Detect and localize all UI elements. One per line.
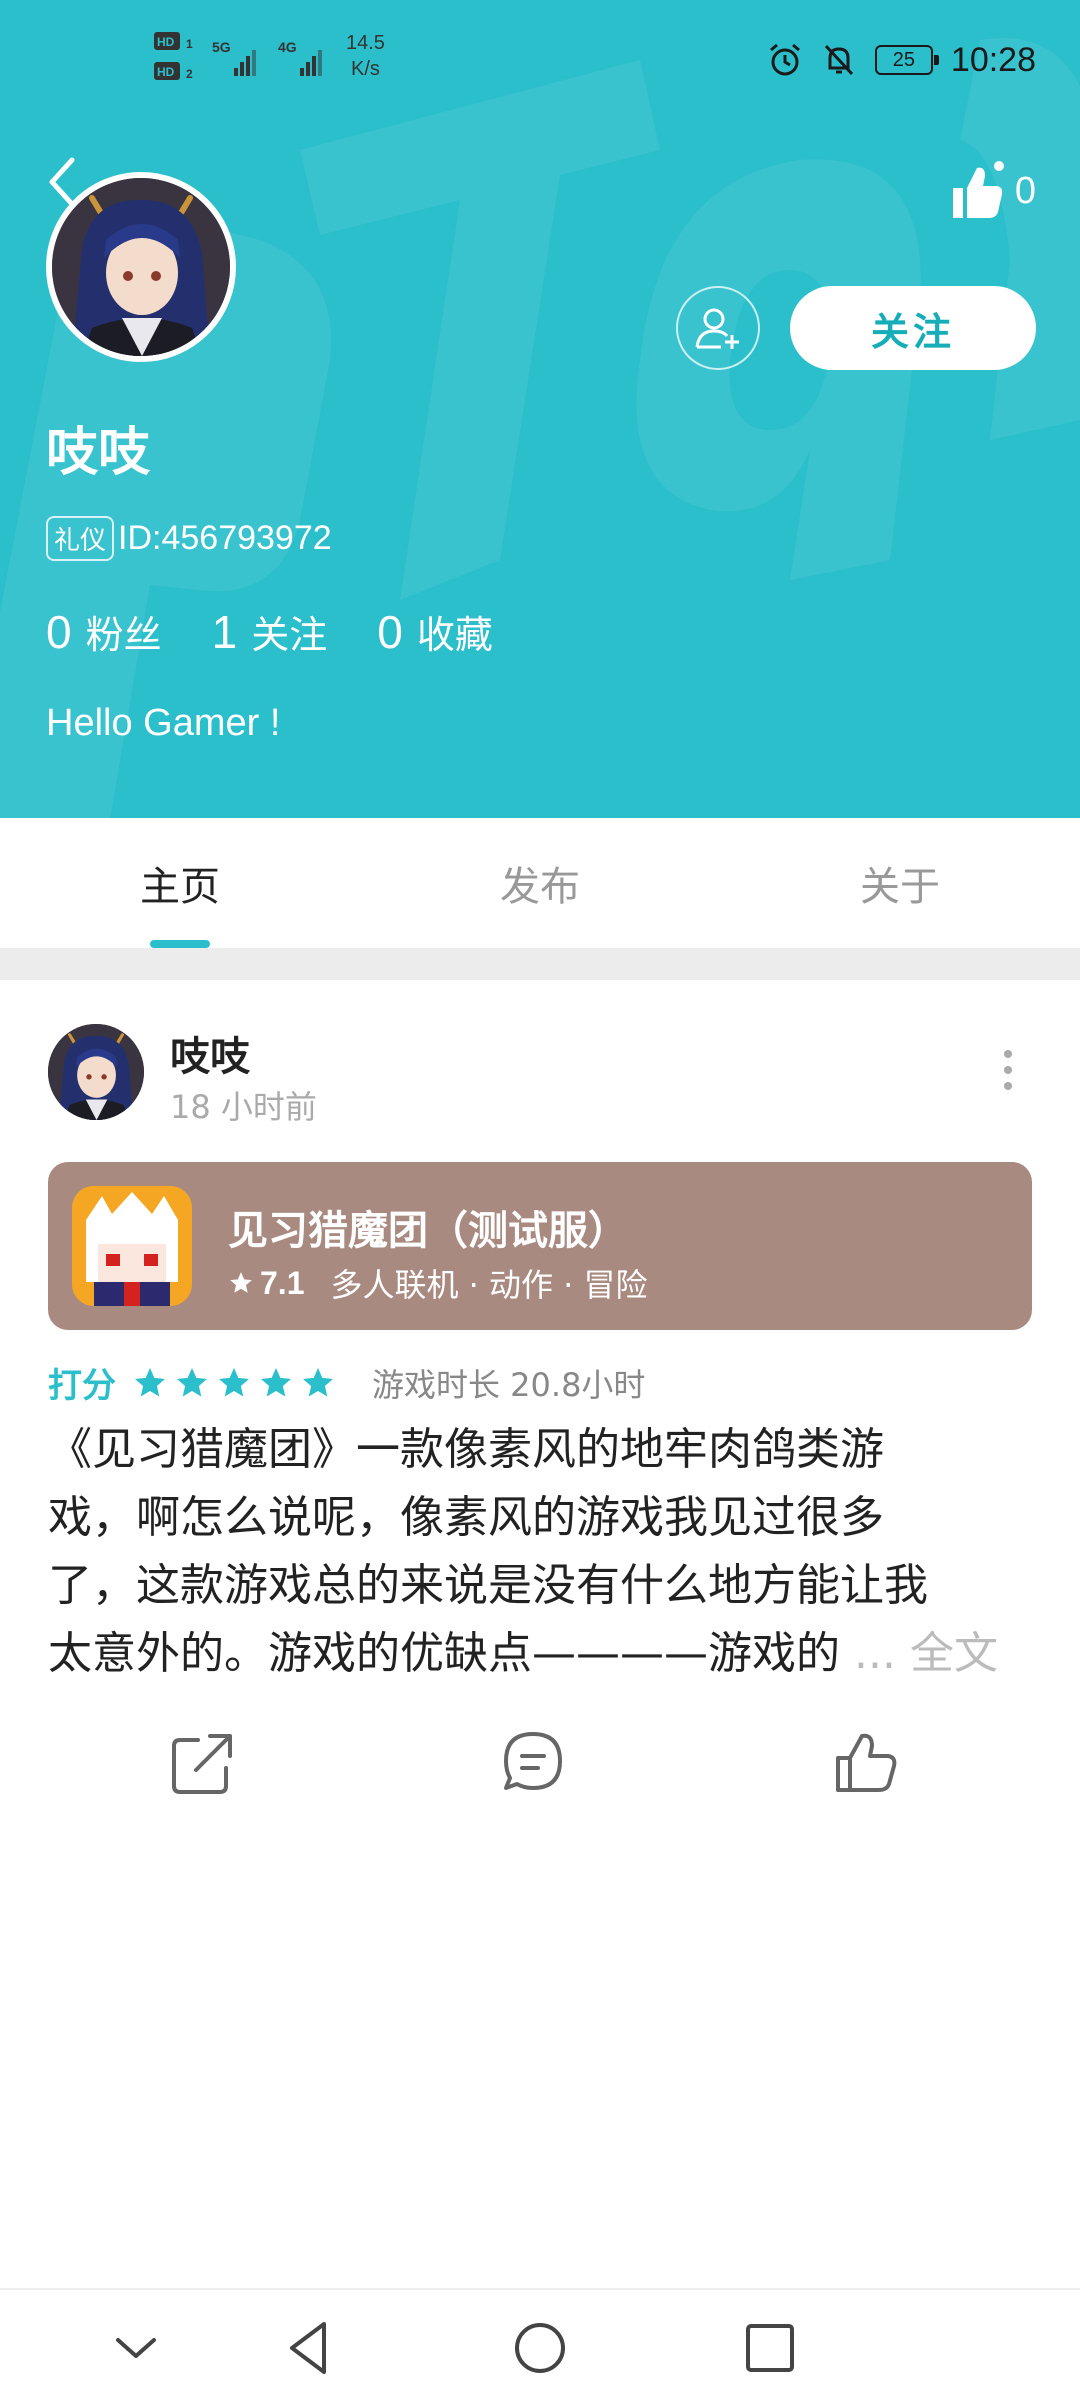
review-line: 《见习猎魔团》一款像素风的地牢肉鸽类游 [48, 1424, 884, 1475]
game-card[interactable]: 见习猎魔团（测试服） 7.1 多人联机 · 动作 · 冒险 [48, 1162, 1032, 1330]
clock: 10:28 [950, 40, 1036, 79]
battery-icon: 25 [874, 45, 939, 75]
user-avatar[interactable] [46, 172, 236, 362]
watermark-logo [0, 38, 1080, 818]
star-icon [219, 1367, 249, 1396]
signal2-label: 4G [278, 39, 297, 55]
tab-home[interactable]: 主页 [0, 818, 360, 948]
rating-row: 打分 游戏时长 20.8小时 [48, 1358, 645, 1407]
game-icon [72, 1186, 192, 1306]
stat-followers[interactable]: 0 粉丝 [46, 604, 162, 659]
rating-label: 打分 [48, 1366, 116, 1406]
star-icon [177, 1367, 207, 1396]
ellipsis: ... [840, 1628, 896, 1679]
username: 吱吱 [46, 423, 151, 483]
stat-favorites[interactable]: 0 收藏 [377, 604, 493, 659]
star-icon [261, 1367, 291, 1396]
star-icon [303, 1367, 333, 1396]
profile-header: HD HD 1 2 5G 4G 14.5 K/s 25 10:28 0 关注 吱… [0, 0, 1080, 818]
review-line: 戏，啊怎么说呢，像素风的游戏我见过很多 [48, 1492, 884, 1543]
collapse-icon[interactable] [104, 2316, 168, 2380]
read-more-link[interactable]: 全文 [896, 1628, 998, 1679]
stat-following[interactable]: 1 关注 [212, 604, 328, 659]
more-options-icon[interactable] [998, 1050, 1018, 1090]
user-id-row: 礼仪 ID:456793972 [46, 516, 332, 561]
game-meta: 7.1 多人联机 · 动作 · 冒险 [228, 1260, 648, 1306]
star-icon [230, 1272, 252, 1293]
svg-text:1: 1 [186, 37, 193, 51]
nav-home-icon[interactable] [508, 2316, 572, 2380]
post-author-avatar[interactable] [48, 1024, 144, 1120]
sim2-label: HD [157, 65, 175, 79]
comment-icon[interactable] [498, 1728, 568, 1798]
add-friend-button[interactable] [676, 286, 760, 370]
share-icon[interactable] [168, 1728, 238, 1798]
avatar-illustration [52, 178, 230, 356]
review-line-last: 太意外的。游戏的优缺点————游戏的 ... 全文 [48, 1628, 998, 1679]
system-nav-bar [0, 2288, 1080, 2400]
game-title: 见习猎魔团（测试服） [228, 1208, 628, 1254]
nav-recents-icon[interactable] [738, 2316, 802, 2380]
svg-text:2: 2 [186, 67, 193, 81]
avatar-illustration [48, 1024, 144, 1120]
etiquette-badge: 礼仪 [46, 516, 115, 561]
user-stats: 0 粉丝 1 关注 0 收藏 [46, 604, 493, 659]
post-author-name[interactable]: 吱吱 [170, 1024, 250, 1082]
signal1-label: 5G [212, 39, 231, 55]
user-bio: Hello Gamer ! [46, 702, 281, 744]
follow-button[interactable]: 关注 [790, 286, 1036, 370]
signal-icons: HD HD 1 2 5G 4G [154, 32, 322, 81]
tab-about[interactable]: 关于 [720, 818, 1080, 948]
tab-posts[interactable]: 发布 [360, 818, 720, 948]
post-actions [0, 1728, 1080, 1808]
user-id: ID:456793972 [118, 519, 332, 557]
active-tab-indicator [150, 940, 210, 948]
alarm-icon [769, 43, 800, 76]
review-text[interactable]: 《见习猎魔团》一款像素风的地牢肉鸽类游 戏，啊怎么说呢，像素风的游戏我见过很多 … [48, 1416, 1038, 1688]
game-score: 7.1 [260, 1264, 305, 1301]
like-icon[interactable] [832, 1728, 902, 1798]
status-bar: HD HD 1 2 5G 4G 14.5 K/s 25 10:28 [0, 0, 1080, 120]
review-line: 了，这款游戏总的来说是没有什么地方能让我 [48, 1560, 928, 1611]
sim1-label: HD [157, 35, 175, 49]
profile-tabs: 主页 发布 关于 [0, 818, 1080, 948]
network-speed: 14.5 K/s [346, 32, 385, 80]
thumbs-up-icon [952, 161, 1004, 218]
post-timestamp: 18 小时前 [170, 1088, 317, 1126]
nav-back-icon[interactable] [278, 2316, 342, 2380]
mute-icon [824, 44, 854, 76]
like-counter[interactable]: 0 [949, 160, 1036, 222]
playtime: 游戏时长 20.8小时 [372, 1365, 646, 1404]
add-user-icon [695, 308, 739, 349]
rating-stars [132, 1365, 336, 1401]
star-icon [135, 1367, 165, 1396]
section-divider [0, 948, 1080, 980]
game-tags: 多人联机 · 动作 · 冒险 [330, 1266, 648, 1304]
